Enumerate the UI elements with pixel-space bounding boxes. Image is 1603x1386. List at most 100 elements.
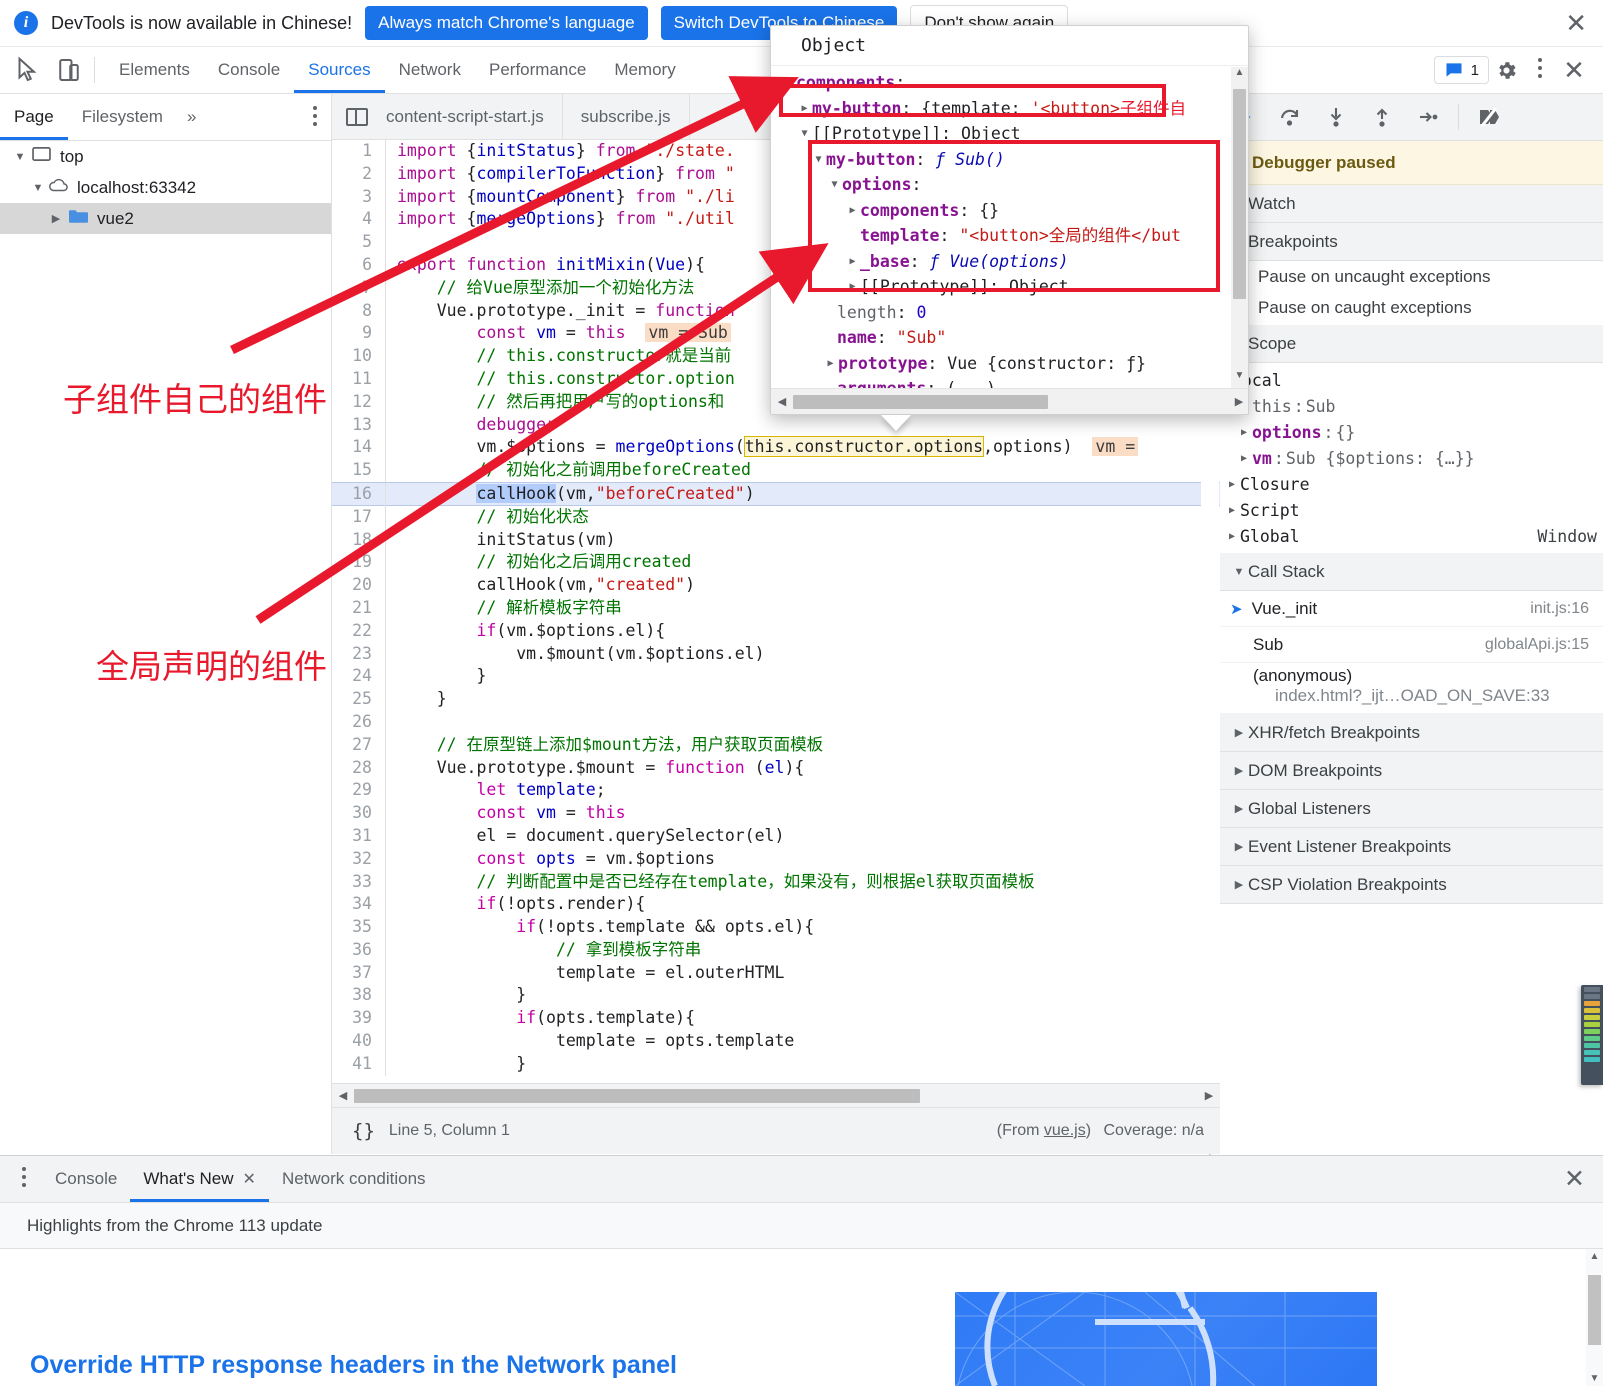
step-into-icon[interactable]: [1318, 100, 1354, 134]
device-toolbar-icon[interactable]: [54, 55, 84, 85]
tab-console[interactable]: Console: [204, 47, 294, 93]
close-icon[interactable]: ✕: [1565, 10, 1587, 36]
code-line-current[interactable]: 16 callHook(vm,"beforeCreated"): [332, 481, 1220, 506]
section-dom-breakpoints[interactable]: DOM Breakpoints: [1220, 752, 1603, 790]
section-watch[interactable]: Watch: [1220, 185, 1603, 223]
scrollbar-thumb[interactable]: [1588, 1275, 1601, 1345]
object-row-options[interactable]: options:: [771, 172, 1248, 198]
code-line[interactable]: 32 const opts = vm.$options: [332, 847, 1220, 871]
scrollbar-thumb[interactable]: [354, 1088, 920, 1103]
chevron-right-icon[interactable]: [1224, 531, 1240, 542]
step-icon[interactable]: [1410, 100, 1446, 134]
chevron-down-icon[interactable]: [827, 172, 842, 198]
drawer-vertical-scrollbar[interactable]: ▲ ▼: [1586, 1249, 1603, 1386]
close-icon[interactable]: ✕: [1557, 53, 1591, 87]
scroll-up-arrow-icon[interactable]: ▲: [1231, 67, 1248, 85]
step-out-icon[interactable]: [1364, 100, 1400, 134]
section-call-stack[interactable]: Call Stack: [1220, 553, 1603, 591]
chevron-down-icon[interactable]: [811, 147, 826, 173]
chevron-right-icon[interactable]: [1236, 427, 1252, 438]
kebab-menu-icon[interactable]: [1523, 53, 1557, 87]
kebab-menu-icon[interactable]: [22, 1167, 26, 1191]
object-tree[interactable]: components: my-button: {template: {templ…: [771, 67, 1248, 388]
section-xhr-breakpoints[interactable]: XHR/fetch Breakpoints: [1220, 714, 1603, 752]
scroll-right-arrow-icon[interactable]: ▶: [1228, 395, 1248, 408]
section-scope[interactable]: Scope: [1220, 325, 1603, 363]
code-line[interactable]: 18 initStatus(vm): [332, 528, 1220, 552]
scroll-up-arrow-icon[interactable]: ▲: [1586, 1251, 1603, 1262]
scope-var-vm[interactable]: vm: Sub {$options: {…}}: [1220, 445, 1603, 471]
close-icon[interactable]: ✕: [1564, 1164, 1603, 1194]
object-row-components-inner[interactable]: components: {}: [771, 198, 1248, 224]
code-line[interactable]: 27 // 在原型链上添加$mount方法，用户获取页面模板: [332, 733, 1220, 757]
issues-counter[interactable]: 1: [1433, 56, 1489, 84]
object-row-prototype-fn[interactable]: prototype: Vue {constructor: ƒ}: [771, 351, 1248, 377]
object-row-arguments[interactable]: arguments: (...): [771, 376, 1248, 388]
object-row-name[interactable]: name: "Sub": [771, 325, 1248, 351]
tab-sources[interactable]: Sources: [294, 47, 384, 93]
call-stack-row[interactable]: Sub globalApi.js:15: [1220, 627, 1603, 663]
close-icon[interactable]: ✕: [243, 1169, 256, 1189]
drawer-tab-console[interactable]: Console: [42, 1156, 130, 1202]
chevron-right-icon[interactable]: [845, 198, 860, 224]
tree-item-vue2[interactable]: vue2: [0, 203, 331, 234]
code-line[interactable]: 33 // 判断配置中是否已经存在template，如果没有，则根据el获取页面…: [332, 870, 1220, 894]
code-line[interactable]: 31 el = document.querySelector(el): [332, 824, 1220, 848]
chevron-down-icon[interactable]: [781, 70, 796, 96]
chevron-right-icon[interactable]: [797, 96, 812, 122]
pause-uncaught-exceptions-row[interactable]: Pause on uncaught exceptions: [1220, 261, 1603, 292]
object-row-length[interactable]: length: 0: [771, 300, 1248, 326]
scroll-left-arrow-icon[interactable]: ◀: [332, 1089, 354, 1102]
chevron-right-icon[interactable]: [1236, 453, 1252, 464]
code-line[interactable]: 22 if(vm.$options.el){: [332, 619, 1220, 643]
tab-elements[interactable]: Elements: [105, 47, 204, 93]
chevron-right-icon[interactable]: [48, 212, 64, 225]
chevron-right-icon[interactable]: [823, 351, 838, 377]
code-line[interactable]: 14 vm.$options = mergeOptions(this.const…: [332, 436, 1220, 460]
code-line[interactable]: 13 debugger: [332, 413, 1220, 437]
scroll-down-arrow-icon[interactable]: ▼: [1586, 1373, 1603, 1384]
object-row-base[interactable]: _base: ƒ Vue(options): [771, 249, 1248, 275]
tab-network[interactable]: Network: [385, 47, 475, 93]
scope-script[interactable]: Script: [1220, 497, 1603, 523]
drawer-tab-whats-new[interactable]: What's New ✕: [130, 1156, 269, 1202]
scope-local[interactable]: Local: [1220, 367, 1603, 393]
object-row-prototype-inner[interactable]: [[Prototype]]: Object: [771, 274, 1248, 300]
scrollbar-thumb[interactable]: [1233, 89, 1246, 299]
nav-tab-filesystem[interactable]: Filesystem: [68, 94, 177, 140]
whats-new-headline[interactable]: Override HTTP response headers in the Ne…: [30, 1351, 677, 1380]
code-line[interactable]: 30 const vm = this: [332, 802, 1220, 825]
scope-var-options[interactable]: options: {}: [1220, 419, 1603, 445]
chevron-right-icon[interactable]: [845, 249, 860, 275]
evaluated-expression[interactable]: this.constructor.options: [743, 436, 985, 458]
always-match-language-button[interactable]: Always match Chrome's language: [365, 6, 648, 40]
editor-horizontal-scrollbar[interactable]: ◀ ▶: [332, 1083, 1220, 1107]
code-line[interactable]: 20 callHook(vm,"created"): [332, 574, 1220, 597]
chevron-right-icon[interactable]: [845, 274, 860, 300]
code-line[interactable]: 39 if(opts.template){: [332, 1007, 1220, 1031]
object-row-template[interactable]: template: "<button>全局的组件</but: [771, 223, 1248, 249]
deactivate-breakpoints-icon[interactable]: [1471, 100, 1507, 134]
section-global-listeners[interactable]: Global Listeners: [1220, 790, 1603, 828]
section-csp-violation-breakpoints[interactable]: CSP Violation Breakpoints: [1220, 866, 1603, 904]
code-line[interactable]: 23 vm.$mount(vm.$options.el): [332, 642, 1220, 666]
more-tabs-chevron-icon[interactable]: »: [177, 107, 206, 127]
file-tab-subscribe[interactable]: subscribe.js: [563, 94, 690, 139]
scroll-down-arrow-icon[interactable]: ▼: [1231, 370, 1248, 388]
code-line[interactable]: 34 if(!opts.render){: [332, 893, 1220, 917]
code-line[interactable]: 25 }: [332, 688, 1220, 711]
section-breakpoints[interactable]: Breakpoints: [1220, 223, 1603, 261]
gear-icon[interactable]: [1489, 53, 1523, 87]
code-line[interactable]: 35 if(!opts.template && opts.el){: [332, 916, 1220, 939]
call-stack-row-active[interactable]: ➤ Vue._init init.js:16: [1220, 591, 1603, 627]
code-line[interactable]: 26: [332, 710, 1220, 734]
format-braces-icon[interactable]: {}: [352, 1120, 375, 1142]
step-over-icon[interactable]: [1272, 100, 1308, 134]
popover-horizontal-scrollbar[interactable]: ◀ ▶: [771, 388, 1248, 414]
scrollbar-thumb[interactable]: [793, 394, 1048, 409]
chevron-down-icon[interactable]: [12, 151, 28, 163]
kebab-menu-icon[interactable]: [313, 106, 317, 130]
code-line[interactable]: 19 // 初始化之后调用created: [332, 551, 1220, 575]
code-line[interactable]: 15 // 初始化之前调用beforeCreated: [332, 459, 1220, 482]
code-line[interactable]: 38 }: [332, 984, 1220, 1008]
